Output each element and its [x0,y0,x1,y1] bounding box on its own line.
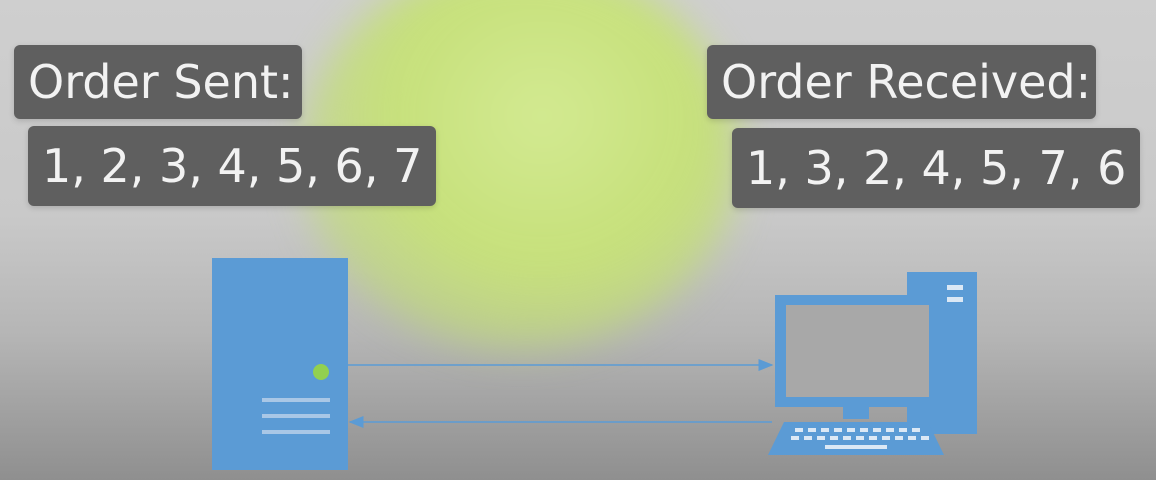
server-status-led [313,364,329,380]
server-icon [212,258,348,470]
server-body [212,258,348,470]
server-slot-3 [262,430,330,434]
monitor-stand [843,407,869,419]
diagram-stage: Order Sent: 1, 2, 3, 4, 5, 6, 7 Order Re… [0,0,1156,480]
tower-slot-2 [947,297,963,302]
monitor-screen [786,305,929,397]
desktop-computer-icon [768,272,977,455]
network-diagram [212,258,977,470]
server-slot-2 [262,414,330,418]
tower-slot-1 [947,285,963,290]
server-slot-1 [262,398,330,402]
